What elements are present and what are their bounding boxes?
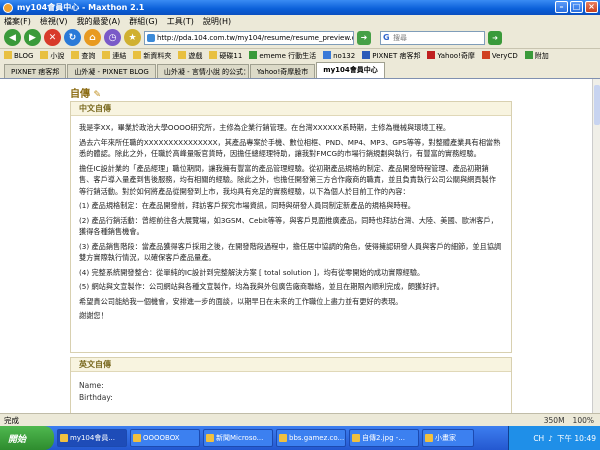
bookmark-item[interactable]: ememe 行動生活 [249, 50, 316, 61]
language-indicator[interactable]: CH [533, 434, 544, 443]
site-icon [249, 50, 258, 59]
status-text: 完成 [4, 415, 19, 425]
tab-yahoo-stock[interactable]: Yahoo!奇摩股市 [249, 64, 316, 78]
verycd-icon [481, 51, 490, 59]
go-button[interactable]: ➜ [357, 30, 371, 45]
memory-indicator: 350M [543, 415, 565, 425]
taskbar-item[interactable]: bbs.gamez.co... [276, 429, 346, 447]
main-toolbar: ◀ ▶ ✕ ↻ ⌂ ◷ ★ http://pda.104.com.tw/my10… [0, 27, 600, 49]
menu-help[interactable]: 說明(H) [203, 16, 231, 27]
pencil-icon[interactable]: ✎ [93, 90, 101, 100]
paragraph: (5) 網站與文宣製作：公司網站與各種文宣製作，均為我與外包廣告廠商聯絡，並且在… [79, 282, 444, 291]
address-bar-input[interactable]: http://pda.104.com.tw/my104/resume/resum… [144, 30, 354, 45]
title-bar: my104會員中心 - Maxthon 2.1 – □ × [0, 0, 600, 15]
heading-text: 自傳 [70, 89, 90, 100]
english-autobiography-panel: 英文自傳 Name: Birthday: [70, 357, 512, 413]
menu-favorites[interactable]: 我的最愛(A) [77, 16, 121, 27]
refresh-icon[interactable]: ↻ [64, 29, 81, 46]
back-arrow-icon[interactable]: ◀ [4, 29, 21, 46]
yahoo-icon [427, 50, 436, 59]
autobiography-text: 我是李XX，畢業於政治大學OOOO研究所，主修為企業行銷管理。在台灣XXXXXX… [71, 116, 511, 331]
menu-tools[interactable]: 工具(T) [167, 16, 194, 27]
paragraph: (3) 產品銷售階段：當產品獲得客戶採用之後，在開發階段過程中，擔任居中協調的角… [79, 241, 502, 263]
stop-icon[interactable]: ✕ [44, 29, 61, 46]
scrollbar-thumb[interactable] [594, 85, 600, 125]
paragraph: 我是李XX，畢業於政治大學OOOO研究所，主修為企業行銷管理。在台灣XXXXXX… [79, 123, 451, 132]
folder-icon [209, 50, 218, 59]
folder-icon [71, 50, 80, 59]
tab-my104[interactable]: my104會員中心 [316, 62, 385, 78]
site-icon [323, 51, 332, 59]
tab-blog[interactable]: 山外凝 - PIXNET BLOG [67, 64, 156, 78]
clock: 下午 10:49 [557, 433, 596, 443]
taskbar-item[interactable]: OOOOBOX [130, 429, 200, 447]
taskbar-item[interactable]: 自傳2.jpg -... [349, 429, 419, 447]
bookmarks-bar: BLOG 小說 查詢 連結 新資料夾 遊戲 硬碟11 ememe 行動生活 no… [0, 49, 600, 62]
bookmark-item[interactable]: 新資料夾 [133, 50, 171, 61]
paragraph: (2) 產品行銷活動：曾經前往各大展覽場，如3GSM、Cebit等等，與客戶見面… [79, 215, 498, 237]
paragraph: (4) 完整系統開發整合：從單純的IC設計到完整解決方案 [ total sol… [79, 267, 425, 277]
panel-title: 中文自傳 [71, 102, 511, 116]
tab-pixnet[interactable]: PIXNET 痞客邦 [4, 64, 67, 78]
maxthon-app-icon [3, 2, 13, 13]
chinese-autobiography-panel: 中文自傳 我是李XX，畢業於政治大學OOOO研究所，主修為企業行銷管理。在台灣X… [70, 101, 512, 353]
panel-title: 英文自傳 [71, 358, 511, 372]
section-heading: 自傳 ✎ [70, 85, 592, 100]
taskbar-item[interactable]: 新聞Microso... [203, 429, 273, 447]
paragraph: 過去六年來所任職的XXXXXXXXXXXXXXX，其產品專案於手機、數位相框、P… [79, 137, 501, 159]
maximize-button[interactable]: □ [570, 1, 583, 13]
start-button[interactable]: 開始 [0, 426, 54, 450]
name-label: Name: [79, 381, 104, 390]
birthday-label: Birthday: [79, 393, 113, 402]
window-title: my104會員中心 - Maxthon 2.1 [17, 3, 145, 12]
folder-icon [133, 50, 142, 59]
pixnet-icon [362, 50, 371, 59]
menu-view[interactable]: 檢視(V) [40, 16, 68, 27]
taskbar-item[interactable]: 小畫家 [422, 429, 474, 447]
bookmark-item[interactable]: BLOG [4, 51, 33, 60]
bookmark-item[interactable]: 連結 [102, 50, 126, 61]
close-button[interactable]: × [585, 1, 598, 13]
zoom-level[interactable]: 100% [573, 416, 594, 425]
tab-bar: PIXNET 痞客邦 山外凝 - PIXNET BLOG 山外凝 - 言情小說 … [0, 62, 600, 79]
windows-taskbar: 開始 my104會員... OOOOBOX 新聞Microso... bbs.g… [0, 426, 600, 450]
bookmark-item[interactable]: 附加 [524, 50, 549, 61]
paragraph: 擔任IC設計業的「產品經理」職位期間，讓我擁有豐富的產品管理經驗。從初期產品規格… [79, 163, 496, 196]
bookmark-item[interactable]: Yahoo!奇摩 [427, 50, 475, 61]
window-controls: – □ × [555, 1, 598, 13]
bookmark-item[interactable]: 查詢 [71, 50, 95, 61]
minimize-button[interactable]: – [555, 1, 568, 13]
bookmark-item[interactable]: VeryCD [481, 51, 518, 60]
bookmark-item[interactable]: PIXNET 痞客邦 [362, 50, 420, 61]
bookmark-item[interactable]: 遊戲 [178, 50, 202, 61]
folder-icon [40, 50, 49, 59]
menu-groups[interactable]: 群組(G) [129, 16, 157, 27]
paragraph: 謝謝您！ [79, 311, 108, 320]
search-input[interactable]: 搜尋 [380, 30, 485, 45]
history-icon[interactable]: ◷ [104, 29, 121, 46]
plus-icon [524, 50, 533, 59]
folder-icon [178, 50, 187, 59]
page-content: 自傳 ✎ 中文自傳 我是李XX，畢業於政治大學OOOO研究所，主修為企業行銷管理… [0, 79, 592, 413]
favorites-star-icon[interactable]: ★ [124, 29, 141, 46]
home-icon[interactable]: ⌂ [84, 29, 101, 46]
bookmark-item[interactable]: no132 [323, 51, 355, 60]
search-go-icon[interactable]: ➜ [488, 30, 502, 45]
folder-icon [4, 51, 12, 59]
system-tray: CH ♪ 下午 10:49 [508, 426, 600, 450]
status-bar: 完成 350M 100% [0, 413, 600, 426]
paragraph: 希望貴公司能給我一個機會，安排進一步的面談，以期早日在未來的工作職位上盡力並有更… [79, 296, 403, 306]
tab-novel[interactable]: 山外凝 - 言情小說 的公式：PI... [156, 64, 249, 78]
paragraph: (1) 產品規格制定：在產品開發前，拜訪客戶探究市場資訊，同時與研發人員同制定新… [79, 201, 415, 210]
vertical-scrollbar[interactable] [592, 79, 600, 413]
folder-icon [102, 50, 111, 59]
speaker-icon[interactable]: ♪ [548, 434, 553, 443]
forward-arrow-icon[interactable]: ▶ [24, 29, 41, 46]
bookmark-item[interactable]: 硬碟11 [209, 50, 242, 61]
bookmark-item[interactable]: 小說 [40, 50, 64, 61]
taskbar-item[interactable]: my104會員... [57, 429, 127, 447]
menu-file[interactable]: 檔案(F) [4, 16, 31, 27]
menu-bar: 檔案(F) 檢視(V) 我的最愛(A) 群組(G) 工具(T) 說明(H) [0, 15, 600, 27]
